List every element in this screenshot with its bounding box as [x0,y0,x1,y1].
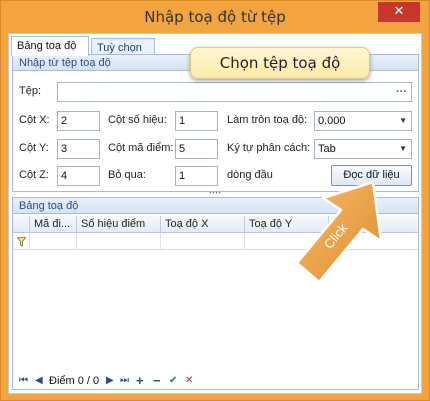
col-id-label: Cột số hiệu: [108,114,167,126]
browse-icon[interactable]: ··· [396,83,407,101]
rounding-value: 0.000 [318,115,346,127]
col-z-field[interactable]: 4 [57,166,100,186]
tooltip-callout: Chọn tệp toạ độ [190,47,370,79]
filter-cell[interactable] [329,233,418,250]
separator-value: Tab [318,143,336,155]
col-x-label: Cột X: [19,114,50,126]
filter-cell[interactable] [245,233,329,250]
column-header-x[interactable]: Toạ độ X [161,216,245,233]
funnel-icon [13,233,30,250]
file-label: Tệp: [19,85,42,97]
rounding-select[interactable]: 0.000 ▼ [314,111,412,131]
col-z-label: Cột Z: [19,169,49,181]
col-x-field[interactable]: 2 [57,111,100,131]
auto-filter-row[interactable] [13,233,418,250]
col-y-field[interactable]: 3 [57,139,100,159]
grid-header-row: Mã đi... Số hiệu điểm Toạ độ X Toạ độ Y … [13,216,418,233]
title-bar[interactable]: Nhập toạ độ từ tệp ✕ [1,1,429,33]
read-data-button[interactable]: Đọc dữ liệu [331,165,412,186]
rounding-label: Làm tròn toạ độ: [227,114,308,126]
skip-field[interactable]: 1 [175,166,218,186]
dialog-body: Bảng toạ độ Tuỳ chọn Nhập từ tệp toạ độ … [8,33,422,394]
add-record-icon[interactable]: + [136,373,144,388]
column-header-point-id[interactable]: Số hiệu điểm [77,216,161,233]
grid-group-title: Bảng toạ độ [19,200,79,212]
previous-record-icon[interactable]: ◀ [35,375,43,386]
window-title: Nhập toạ độ từ tệp [144,8,286,26]
col-code-label: Cột mã điểm: [108,142,174,154]
column-header-h[interactable]: Độ cao H [329,216,418,233]
cancel-edit-icon[interactable]: ✕ [185,375,193,386]
dialog-window: Nhập toạ độ từ tệp ✕ Bảng toạ độ Tuỳ chọ… [0,0,430,401]
data-navigator: ⏮ ◀ Điểm 0 / 0 ▶ ⏭ + − ✔ ✕ [13,373,418,390]
col-id-field[interactable]: 1 [175,111,218,131]
tab-coordinate-table[interactable]: Bảng toạ độ [11,36,89,56]
chevron-down-icon[interactable]: ▼ [399,112,407,130]
record-counter: Điểm 0 / 0 [49,375,100,387]
next-record-icon[interactable]: ▶ [106,375,114,386]
remove-record-icon[interactable]: − [153,373,161,388]
filter-cell[interactable] [161,233,245,250]
col-code-field[interactable]: 5 [175,139,218,159]
close-button[interactable]: ✕ [378,2,420,22]
confirm-icon[interactable]: ✔ [169,375,177,386]
filter-cell[interactable] [30,233,77,250]
next-page-icon[interactable]: ⏭ [120,375,129,386]
skip-label: Bỏ qua: [108,169,146,181]
file-path-field[interactable]: ··· [57,82,412,102]
tab-options[interactable]: Tuỳ chọn [91,38,155,55]
separator-label: Ký tự phân cách: [227,142,311,154]
col-y-label: Cột Y: [19,142,49,154]
chevron-down-icon[interactable]: ▼ [399,140,407,158]
import-group-title: Nhập từ tệp toạ độ [19,57,111,69]
column-header-code[interactable]: Mã đi... [30,216,77,233]
coordinate-grid-panel: Bảng toạ độ Mã đi... Số hiệu điểm Toạ độ… [12,197,419,390]
row-indicator-header [13,216,30,233]
filter-cell[interactable] [77,233,161,250]
separator-select[interactable]: Tab ▼ [314,139,412,159]
column-header-y[interactable]: Toạ độ Y [245,216,329,233]
skip-suffix-label: dòng đầu [227,169,273,181]
first-record-icon[interactable]: ⏮ [19,375,28,386]
grid-group-header: Bảng toạ độ [13,198,418,214]
